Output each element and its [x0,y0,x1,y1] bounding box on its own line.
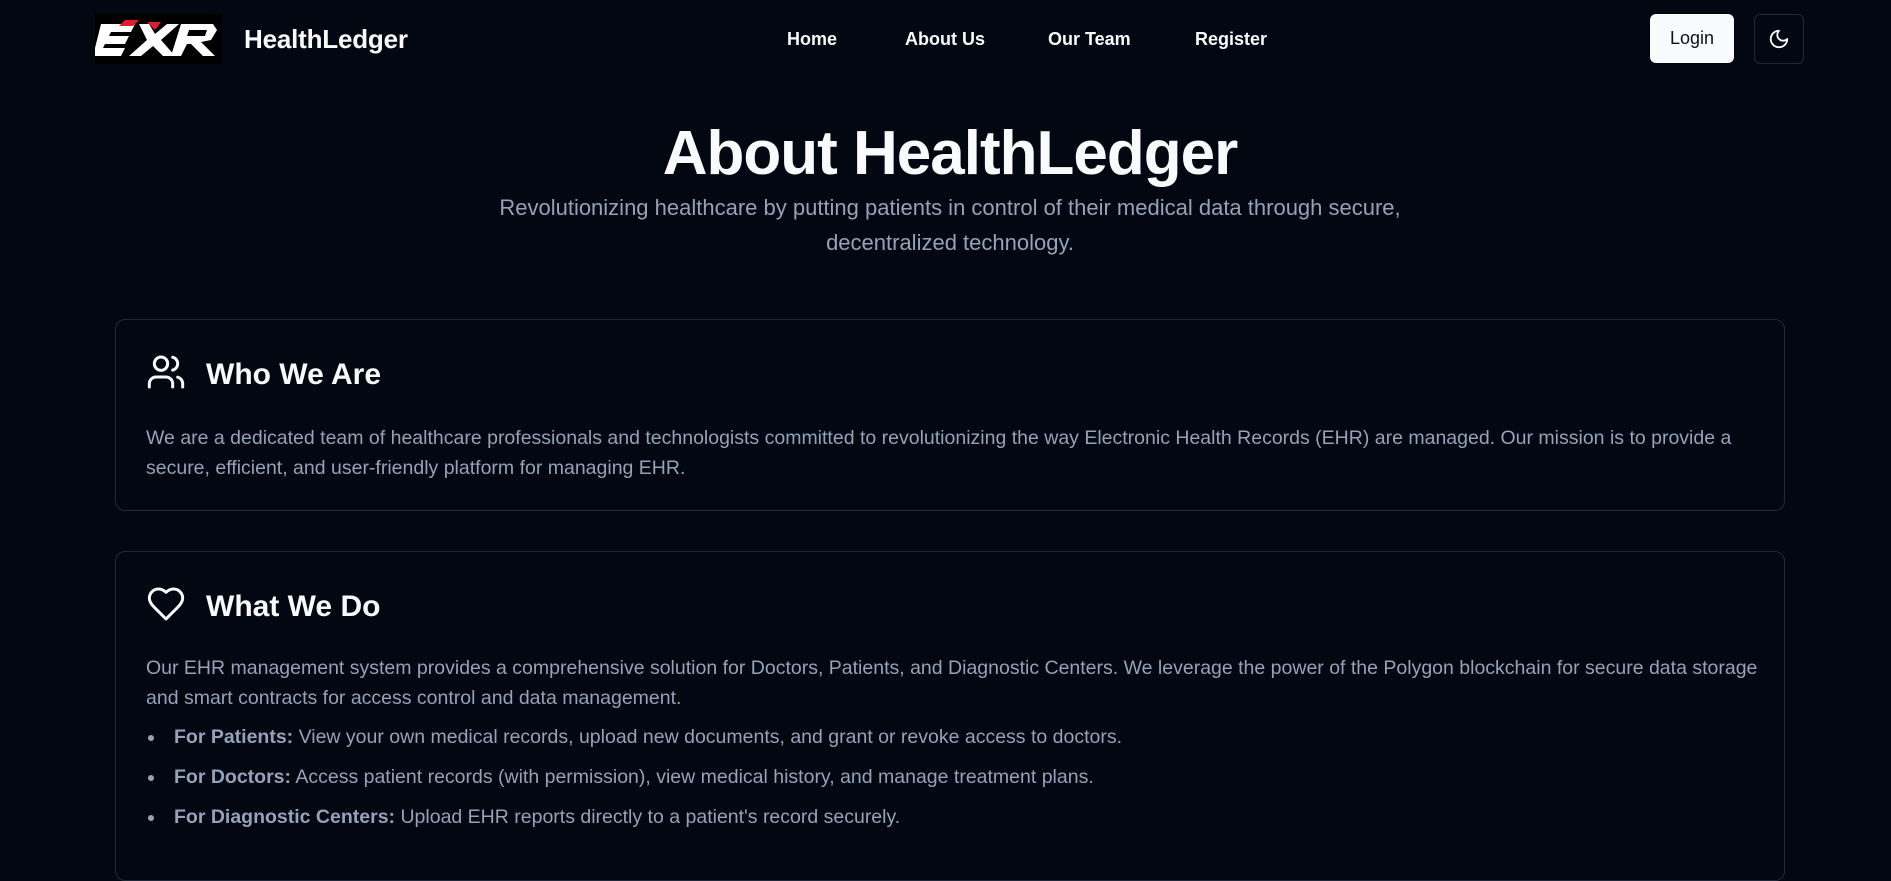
login-button[interactable]: Login [1650,14,1734,63]
list-item-label: For Diagnostic Centers: [174,806,396,828]
ehr-logo-graphic [95,20,217,56]
list-item: For Diagnostic Centers: Upload EHR repor… [146,802,1746,842]
list-item: For Patients: View your own medical reco… [146,722,1746,762]
ehr-logo[interactable] [95,14,222,64]
nav-about-us[interactable]: About Us [905,29,985,50]
nav-register[interactable]: Register [1195,29,1267,50]
page-subtitle: Revolutionizing healthcare by putting pa… [499,195,1401,255]
heart-icon [147,587,185,621]
list-item-text: View your own medical records, upload ne… [293,726,1123,748]
list-item-text: Upload EHR reports directly to a patient… [395,806,901,828]
section-text: Our EHR management system provides a com… [146,657,1758,709]
list-item-text: Access patient records (with permission)… [291,766,1094,788]
list-item-label: For Patients: [174,726,294,748]
nav-our-team[interactable]: Our Team [1048,29,1131,50]
theme-toggle-button[interactable] [1754,14,1804,64]
section-title: What We Do [206,590,381,623]
top-navbar: HealthLedger Home About Us Our Team Regi… [0,0,1891,80]
page-title: About HealthLedger [662,119,1238,188]
what-we-do-card: What We Do Our EHR management system pro… [115,551,1785,881]
who-we-are-card: Who We Are We are a dedicated team of he… [115,319,1785,511]
users-icon [147,355,185,389]
section-text: We are a dedicated team of healthcare pr… [146,427,1732,479]
brand-name[interactable]: HealthLedger [244,24,408,55]
feature-list: For Patients: View your own medical reco… [146,722,1746,842]
section-title: Who We Are [206,358,382,391]
nav-home[interactable]: Home [787,29,837,50]
list-item-label: For Doctors: [174,766,291,788]
list-item: For Doctors: Access patient records (wit… [146,762,1746,802]
moon-icon [1769,29,1789,49]
